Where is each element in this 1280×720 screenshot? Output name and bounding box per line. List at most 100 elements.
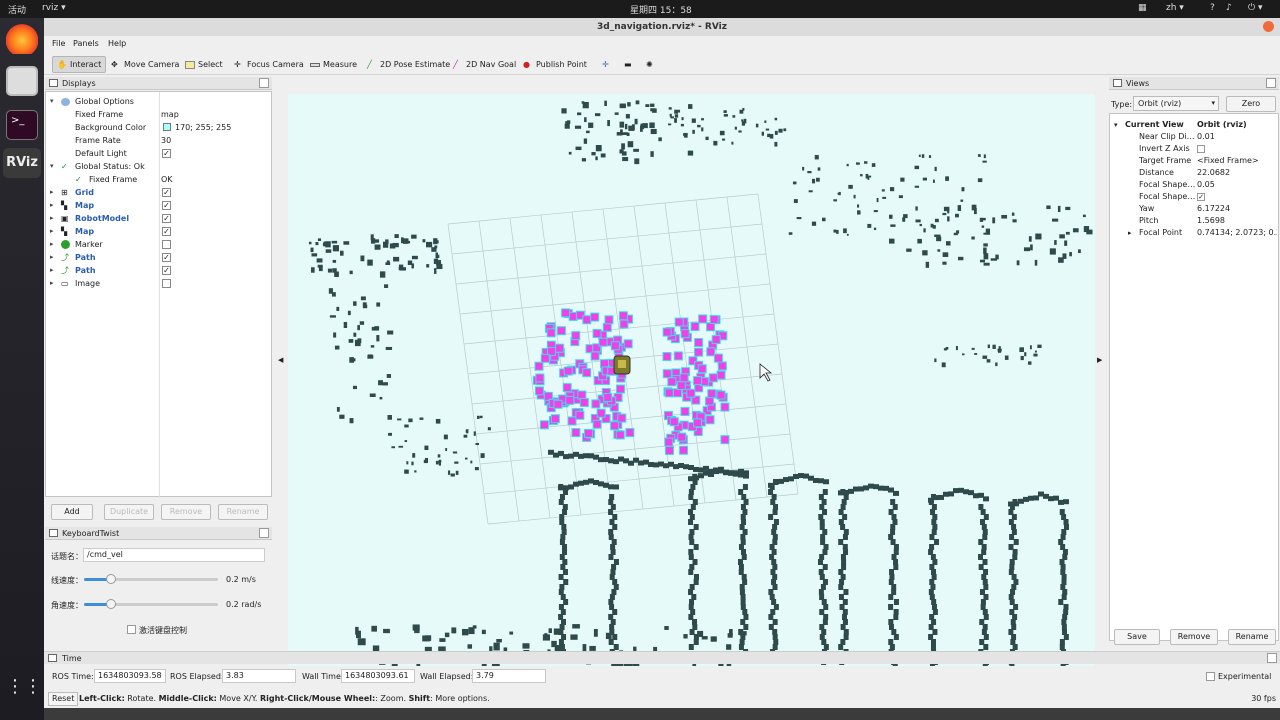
focal-shape-checkbox[interactable]: ✓: [1197, 193, 1205, 201]
menu-help[interactable]: Help: [108, 39, 126, 48]
move-camera-tool[interactable]: ✥ Move Camera: [107, 56, 183, 73]
angular-speed-slider[interactable]: [84, 599, 218, 609]
view-prop-value[interactable]: 0.05: [1197, 179, 1277, 191]
view-prop-value[interactable]: 6.17224: [1197, 203, 1277, 215]
ros-elapsed-field[interactable]: 3.83: [222, 669, 296, 683]
view-prop-row[interactable]: Yaw 6.17224: [1110, 203, 1278, 215]
language-indicator[interactable]: zh ▾: [1166, 3, 1184, 13]
close-icon[interactable]: [1263, 21, 1274, 32]
power-icon[interactable]: ⏻ ▾: [1248, 3, 1263, 13]
angular-speed-knob[interactable]: [105, 599, 116, 609]
expand-icon[interactable]: ▸: [1128, 227, 1132, 239]
fixed-frame-value[interactable]: map: [161, 108, 179, 121]
rename-display-button[interactable]: Rename: [218, 504, 268, 520]
expand-icon[interactable]: ▸: [50, 199, 58, 212]
topic-input[interactable]: /cmd_vel: [83, 548, 265, 562]
view-prop-row[interactable]: Pitch 1.5698: [1110, 215, 1278, 227]
display-checkbox[interactable]: [162, 240, 171, 249]
view-type-select[interactable]: Orbit (rviz) ▾: [1133, 96, 1219, 111]
enable-keyboard-checkbox[interactable]: [127, 625, 136, 634]
activities-button[interactable]: 活动: [8, 3, 26, 16]
expand-icon[interactable]: ▸: [50, 186, 58, 199]
view-prop-row[interactable]: Target Frame <Fixed Frame>: [1110, 155, 1278, 167]
background-color-value[interactable]: 170; 255; 255: [175, 121, 231, 134]
nav-goal-tool[interactable]: ╱ 2D Nav Goal: [449, 56, 520, 73]
zero-button[interactable]: Zero: [1226, 96, 1276, 112]
reset-button[interactable]: Reset: [48, 692, 79, 706]
display-checkbox[interactable]: [162, 279, 171, 288]
expand-icon[interactable]: ▸: [50, 277, 58, 290]
linear-speed-slider[interactable]: [84, 574, 218, 584]
display-item-robotmodel[interactable]: ▸ ▣ RobotModel ✓: [46, 212, 271, 225]
experimental-checkbox[interactable]: [1206, 672, 1215, 681]
display-item-image[interactable]: ▸ ▭ Image: [46, 277, 271, 290]
collapse-icon[interactable]: ▾: [1114, 119, 1118, 131]
rviz-dock-icon[interactable]: RViz: [3, 148, 41, 178]
undock-button[interactable]: [1266, 78, 1276, 88]
global-options-row[interactable]: ▾ Global Options: [46, 95, 271, 108]
left-splitter-arrow[interactable]: ◀: [278, 356, 283, 364]
view-prop-value[interactable]: 0.01: [1197, 131, 1277, 143]
display-item-grid[interactable]: ▸ ⊞ Grid ✓: [46, 186, 271, 199]
clock[interactable]: 星期四 15：58: [630, 3, 692, 16]
remove-tool-button[interactable]: ▬: [620, 56, 636, 73]
3d-render-viewport[interactable]: [288, 94, 1095, 666]
ros-time-field[interactable]: 1634803093.58: [94, 669, 166, 683]
add-display-button[interactable]: Add: [51, 504, 93, 520]
expand-icon[interactable]: ▸: [50, 251, 58, 264]
linear-speed-knob[interactable]: [105, 574, 116, 584]
pose-estimate-tool[interactable]: ╱ 2D Pose Estimate: [363, 56, 454, 73]
global-status-row[interactable]: ▾ ✓ Global Status: Ok: [46, 160, 271, 173]
app-menu[interactable]: rviz ▾: [42, 3, 66, 13]
undock-button[interactable]: [1267, 653, 1277, 663]
view-prop-row[interactable]: ▸ Focal Point 0.74134; 2.0723; 0.2…: [1110, 227, 1278, 239]
view-prop-value[interactable]: <Fixed Frame>: [1197, 155, 1277, 167]
fixed-frame-row[interactable]: Fixed Frame map: [46, 108, 271, 121]
files-icon[interactable]: [6, 66, 38, 96]
duplicate-display-button[interactable]: Duplicate: [104, 504, 154, 520]
menu-panels[interactable]: Panels: [73, 39, 99, 48]
frame-rate-value[interactable]: 30: [161, 134, 171, 147]
undock-button[interactable]: [259, 528, 269, 538]
display-checkbox[interactable]: ✓: [162, 227, 171, 236]
invert-z-checkbox[interactable]: [1197, 145, 1205, 153]
terminal-icon[interactable]: >_: [6, 110, 38, 140]
display-item-path-2[interactable]: ▸ ⤴ Path ✓: [46, 264, 271, 277]
view-prop-row[interactable]: Near Clip Di… 0.01: [1110, 131, 1278, 143]
help-icon[interactable]: ?: [1210, 3, 1215, 13]
view-prop-value[interactable]: 22.0682: [1197, 167, 1277, 179]
display-checkbox[interactable]: ✓: [162, 188, 171, 197]
default-light-row[interactable]: Default Light ✓: [46, 147, 271, 160]
view-prop-value[interactable]: 0.74134; 2.0723; 0.2…: [1197, 227, 1277, 239]
firefox-icon[interactable]: [6, 24, 38, 54]
display-item-map-2[interactable]: ▸ ▚ Map ✓: [46, 225, 271, 238]
status-fixed-frame-row[interactable]: ✓ Fixed Frame OK: [46, 173, 271, 186]
select-tool[interactable]: Select: [181, 56, 227, 73]
display-checkbox[interactable]: ✓: [162, 266, 171, 275]
volume-icon[interactable]: ♪: [1226, 3, 1232, 13]
display-item-marker[interactable]: ▸ Marker: [46, 238, 271, 251]
menu-file[interactable]: File: [52, 39, 65, 48]
expand-icon[interactable]: ▸: [50, 264, 58, 277]
undock-button[interactable]: [259, 78, 269, 88]
publish-point-tool[interactable]: ● Publish Point: [519, 56, 591, 73]
rename-view-button[interactable]: Rename: [1228, 629, 1276, 645]
color-swatch[interactable]: [163, 123, 171, 131]
view-prop-row[interactable]: Invert Z Axis: [1110, 143, 1278, 155]
view-prop-row[interactable]: Focal Shape… 0.05: [1110, 179, 1278, 191]
collapse-icon[interactable]: ▾: [50, 95, 58, 108]
display-checkbox[interactable]: ✓: [162, 253, 171, 262]
measure-tool[interactable]: Measure: [306, 56, 361, 73]
wall-elapsed-field[interactable]: 3.79: [472, 669, 546, 683]
view-prop-value[interactable]: 1.5698: [1197, 215, 1277, 227]
keyboard-icon[interactable]: ▦: [1138, 3, 1147, 13]
frame-rate-row[interactable]: Frame Rate 30: [46, 134, 271, 147]
expand-icon[interactable]: ▸: [50, 225, 58, 238]
default-light-checkbox[interactable]: ✓: [162, 149, 171, 158]
focus-camera-tool[interactable]: ✛ Focus Camera: [230, 56, 308, 73]
display-item-path[interactable]: ▸ ⤴ Path ✓: [46, 251, 271, 264]
collapse-icon[interactable]: ▾: [50, 160, 58, 173]
current-view-row[interactable]: ▾ Current View Orbit (rviz): [1110, 119, 1278, 131]
display-checkbox[interactable]: ✓: [162, 201, 171, 210]
remove-display-button[interactable]: Remove: [161, 504, 211, 520]
